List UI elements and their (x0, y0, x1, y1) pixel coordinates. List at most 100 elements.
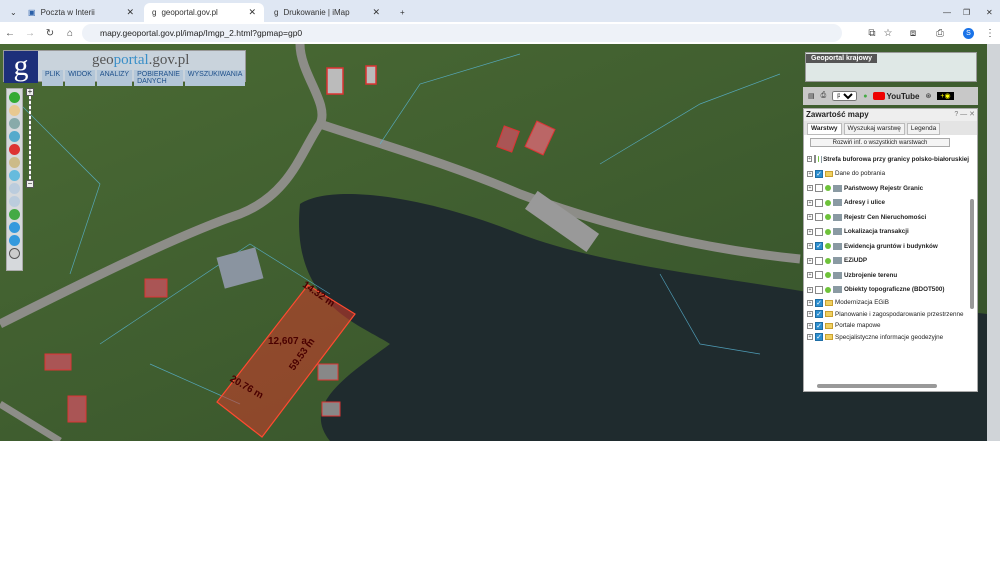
expand-icon[interactable]: + (807, 214, 813, 221)
full-extent-icon[interactable] (9, 209, 20, 220)
expand-icon[interactable]: + (807, 257, 813, 264)
tab-list-button[interactable]: ⌄ (2, 3, 20, 22)
wms-icon[interactable] (9, 170, 20, 181)
document-icon[interactable]: ▤ (808, 92, 815, 100)
expand-icon[interactable]: + (807, 299, 813, 306)
vertical-scrollbar[interactable] (970, 191, 975, 391)
expand-icon[interactable]: + (807, 334, 813, 341)
layer-row[interactable]: + ✓ Specjalistyczne informacje geodezyjne (804, 332, 969, 344)
layer-row[interactable]: + Lokalizacja transakcji (804, 225, 969, 240)
layer-checkbox[interactable]: ✓ (815, 169, 823, 178)
layer-row[interactable]: + ✓ Dane do pobrania (804, 167, 969, 182)
tab-wyszukaj-warstwe[interactable]: Wyszukaj warstwę (843, 123, 905, 135)
next-view-icon[interactable] (9, 235, 20, 246)
measure-icon[interactable] (9, 157, 20, 168)
expand-icon[interactable]: + (807, 311, 813, 318)
url-field[interactable]: mapy.geoportal.gov.pl/imap/Imgp_2.html?g… (82, 24, 842, 42)
language-select[interactable]: pol (832, 91, 858, 101)
zoom-out-icon[interactable] (9, 196, 20, 207)
geoportal-logo[interactable]: g (4, 51, 38, 83)
close-tab-icon[interactable]: ✕ (126, 7, 134, 18)
bookmark-star-icon[interactable]: ☆ (878, 28, 898, 39)
print-icon[interactable]: ⎙ (930, 28, 950, 39)
reload-icon[interactable]: ↻ (40, 28, 60, 39)
horizontal-scrollbar[interactable] (812, 384, 962, 389)
layer-row[interactable]: + EZiUDP (804, 254, 969, 269)
layer-row[interactable]: + Adresy i ulice (804, 196, 969, 211)
layer-row[interactable]: + Uzbrojenie terenu (804, 268, 969, 283)
layer-row[interactable]: + ✓ Ewidencja gruntów i budynków (804, 239, 969, 254)
close-tab-icon[interactable]: ✕ (248, 7, 256, 18)
zoom-track[interactable] (29, 96, 31, 180)
map-canvas[interactable]: 14.32 m 59.53 m 20.76 m 12,607 a g geopo… (0, 44, 987, 441)
home-icon[interactable]: ⌂ (60, 28, 80, 39)
layer-checkbox[interactable]: ✓ (815, 333, 823, 342)
layer-row[interactable]: + Obiekty topograficzne (BDOT500) (804, 283, 969, 298)
layer-checkbox[interactable] (815, 227, 823, 236)
zoom-in-icon[interactable] (9, 183, 20, 194)
overview-minimap[interactable]: Geoportal krajowy (805, 52, 977, 82)
layer-row[interactable]: + Państwowy Rejestr Granic (804, 181, 969, 196)
close-tab-icon[interactable]: ✕ (372, 7, 380, 18)
close-window-icon[interactable]: ✕ (978, 3, 1000, 22)
expand-icon[interactable]: + (807, 199, 813, 206)
layer-row[interactable]: + Rejestr Cen Nieruchomości (804, 210, 969, 225)
menu-plik[interactable]: PLIK (42, 70, 64, 86)
previous-view-icon[interactable] (9, 222, 20, 233)
select-delete-icon[interactable] (9, 144, 20, 155)
tab-legenda[interactable]: Legenda (906, 123, 941, 135)
layer-checkbox[interactable] (813, 155, 817, 164)
zoom-plus-button[interactable]: + (26, 88, 34, 96)
pan-hand-icon[interactable] (9, 105, 20, 116)
layer-checkbox[interactable]: ✓ (815, 310, 823, 319)
menu-pobieranie-danych[interactable]: POBIERANIE DANYCH (134, 70, 183, 86)
layer-row[interactable]: + ✓ Planowanie i zagospodarowanie przestrz… (804, 309, 969, 321)
layer-checkbox[interactable]: ✓ (815, 321, 823, 330)
settings-icon[interactable] (9, 248, 20, 259)
panel-controls[interactable]: ? — ✕ (954, 110, 975, 120)
new-tab-button[interactable]: + (392, 3, 413, 22)
extensions-icon[interactable]: ⧈ (903, 28, 923, 39)
layer-row[interactable]: + ✓ Modernizacja EGiB (804, 297, 969, 309)
restore-icon[interactable]: ❐ (955, 3, 978, 22)
menu-analizy[interactable]: ANALIZY (96, 70, 133, 86)
zoom-slider[interactable]: + − (26, 88, 34, 190)
layer-checkbox[interactable] (815, 271, 823, 280)
info-icon[interactable] (9, 92, 20, 103)
select-area-icon[interactable] (9, 131, 20, 142)
layer-row[interactable]: + ✓ Portale mapowe (804, 320, 969, 332)
help-icon[interactable]: ● (863, 93, 867, 100)
youtube-link[interactable]: YouTube (873, 92, 920, 101)
layer-checkbox[interactable] (815, 184, 823, 193)
menu-kebab-icon[interactable]: ⋮ (980, 28, 1000, 39)
forward-icon[interactable]: → (20, 28, 40, 39)
tab-drukowanie[interactable]: ɡ Drukowanie | iMap ✕ (266, 3, 388, 22)
expand-icon[interactable]: + (807, 156, 812, 163)
back-icon[interactable]: ← (0, 28, 20, 39)
print-icon[interactable]: ⎙ (821, 92, 827, 100)
expand-all-button[interactable]: Rozwiń inf. o wszystkich warstwach (810, 138, 950, 147)
profile-avatar[interactable]: S (963, 27, 974, 39)
accessibility-icon[interactable]: ⊛ (926, 92, 932, 100)
layer-row[interactable]: + Strefa buforowa przy granicy polsko-bia… (804, 152, 969, 167)
expand-icon[interactable]: + (807, 228, 813, 235)
contrast-icon[interactable]: +◉ (937, 92, 954, 100)
legend-icon[interactable] (9, 118, 20, 129)
tab-warstwy[interactable]: Warstwy (807, 123, 842, 135)
expand-icon[interactable]: + (807, 185, 813, 192)
layer-checkbox[interactable] (815, 285, 823, 294)
layer-checkbox[interactable] (815, 213, 823, 222)
expand-icon[interactable]: + (807, 243, 813, 250)
layer-checkbox[interactable]: ✓ (815, 242, 823, 251)
menu-wyszukiwania[interactable]: WYSZUKIWANIA (184, 70, 246, 86)
layer-checkbox[interactable] (815, 256, 823, 265)
menu-widok[interactable]: WIDOK (65, 70, 95, 86)
expand-icon[interactable]: + (807, 286, 813, 293)
layer-checkbox[interactable]: ✓ (815, 298, 823, 307)
expand-icon[interactable]: + (807, 272, 813, 279)
zoom-minus-button[interactable]: − (26, 180, 34, 188)
tab-geoportal[interactable]: ɡ geoportal.gov.pl ✕ (144, 3, 264, 22)
expand-icon[interactable]: + (807, 322, 813, 329)
expand-icon[interactable]: + (807, 170, 813, 177)
tab-poczta[interactable]: ▣ Poczta w Interii ✕ (20, 3, 142, 22)
